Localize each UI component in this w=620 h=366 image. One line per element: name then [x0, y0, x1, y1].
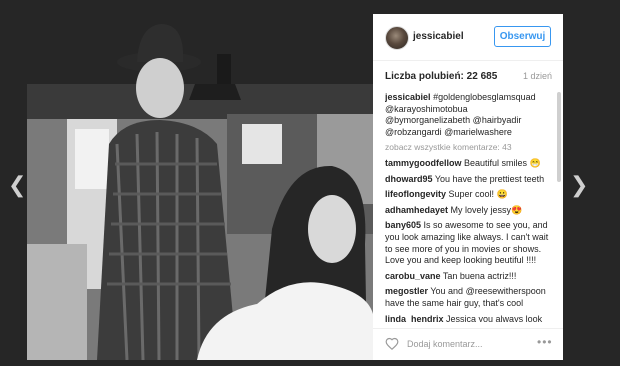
add-comment-input[interactable]: Dodaj komentarz...	[407, 339, 483, 349]
post-time[interactable]: 1 dzień	[523, 71, 552, 81]
caption-username[interactable]: jessicabiel	[385, 92, 431, 102]
comment: megostler You and @reesewitherspoon have…	[385, 286, 551, 309]
comment-text: Beautiful smiles 😁	[464, 157, 541, 168]
comment: tammygoodfellow Beautiful smiles 😁	[385, 158, 551, 170]
comment: dhoward95 You have the prettiest teeth	[385, 174, 551, 186]
comment-username[interactable]: dhoward95	[385, 174, 433, 184]
post-footer: Dodaj komentarz... •••	[373, 328, 563, 360]
post-photo	[27, 14, 373, 360]
follow-button[interactable]: Obserwuj	[494, 26, 551, 47]
more-options-icon[interactable]: •••	[537, 335, 553, 349]
comment-username[interactable]: tammygoodfellow	[385, 158, 462, 168]
comment-text: My lovely jessy😍	[450, 204, 523, 215]
comment-username[interactable]: bany605	[385, 220, 421, 230]
chevron-left-icon: ❮	[8, 173, 27, 198]
comment: bany605 Is so awesome to see you, and yo…	[385, 220, 551, 266]
comment: carobu_vane Tan buena actriz!!!	[385, 271, 551, 283]
scrollbar-thumb[interactable]	[557, 92, 561, 182]
chevron-right-icon: ❯	[570, 173, 589, 198]
comment-username[interactable]: carobu_vane	[385, 271, 441, 281]
comment-username[interactable]: lifeoflongevity	[385, 189, 446, 199]
comment-text: Tan buena actriz!!!	[442, 270, 517, 281]
comment: adhamhedayet My lovely jessy😍	[385, 205, 551, 217]
likes-count[interactable]: Liczba polubień: 22 685	[385, 71, 497, 82]
prev-post-button[interactable]: ❮	[8, 175, 26, 197]
avatar[interactable]	[385, 26, 409, 50]
comments-scrollbar[interactable]	[557, 92, 561, 322]
post-header: jessicabiel Obserwuj	[373, 14, 563, 61]
comment: lifeoflongevity Super cool! 😀	[385, 189, 551, 201]
comment-text: Super cool! 😀	[448, 189, 508, 200]
comment-username[interactable]: adhamhedayet	[385, 205, 448, 215]
next-post-button[interactable]: ❯	[570, 175, 588, 197]
heart-icon[interactable]	[385, 337, 399, 351]
view-all-comments-link[interactable]: zobacz wszystkie komentarze: 43	[385, 142, 551, 154]
comment-username[interactable]: megostler	[385, 286, 428, 296]
comments-list: jessicabiel #goldenglobesglamsquad @kara…	[385, 92, 551, 322]
post-modal: jessicabiel Obserwuj Liczba polubień: 22…	[27, 14, 563, 360]
comment-text: You have the prettiest teeth	[434, 173, 545, 184]
caption: jessicabiel #goldenglobesglamsquad @kara…	[385, 92, 551, 138]
comment-username[interactable]: linda_hendrix	[385, 314, 444, 323]
post-details-panel: jessicabiel Obserwuj Liczba polubień: 22…	[373, 14, 563, 360]
comment: linda_hendrix Jessica you always look so…	[385, 314, 551, 323]
username-link[interactable]: jessicabiel	[413, 31, 464, 42]
